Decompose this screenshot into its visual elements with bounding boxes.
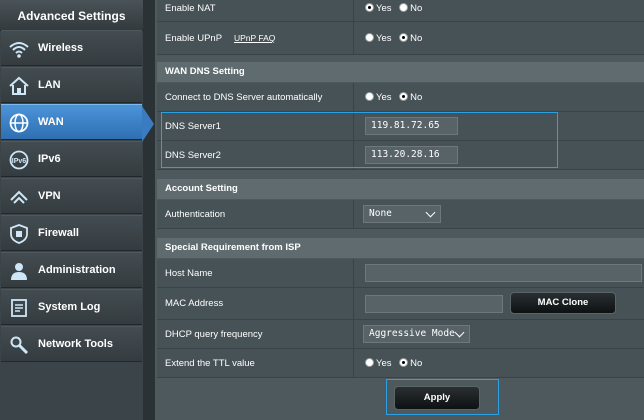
mac-address-row: MAC Address MAC Clone bbox=[157, 288, 644, 320]
enable-upnp-yes-label: Yes bbox=[376, 33, 392, 44]
wan-dns-section-header: WAN DNS Setting bbox=[157, 62, 644, 82]
dns-auto-row: Connect to DNS Server automatically Yes … bbox=[157, 83, 644, 112]
extend-ttl-radio-group: Yes No bbox=[365, 358, 427, 369]
dhcp-frequency-value: Aggressive Mode bbox=[369, 328, 455, 339]
enable-nat-yes-radio[interactable] bbox=[365, 3, 374, 12]
log-icon bbox=[11, 299, 27, 317]
host-name-input[interactable] bbox=[365, 264, 642, 282]
mac-address-input[interactable] bbox=[365, 295, 503, 313]
vpn-icon bbox=[10, 190, 28, 204]
extend-ttl-no-label: No bbox=[410, 358, 423, 369]
mac-clone-button[interactable]: MAC Clone bbox=[510, 292, 616, 314]
enable-nat-row: Enable NAT Yes No bbox=[157, 0, 644, 22]
dhcp-frequency-row: DHCP query frequency Aggressive Mode bbox=[157, 320, 644, 349]
authentication-select[interactable]: None bbox=[363, 205, 441, 223]
sidebar-item-label: Network Tools bbox=[38, 338, 113, 350]
user-icon bbox=[11, 263, 27, 280]
chevron-down-icon bbox=[425, 207, 436, 218]
extend-ttl-no-radio[interactable] bbox=[399, 358, 409, 367]
upnp-faq-link[interactable]: UPnP FAQ bbox=[234, 33, 275, 43]
sidebar-item-label: WAN bbox=[38, 116, 64, 128]
host-name-row: Host Name bbox=[157, 259, 644, 288]
sidebar-item-administration[interactable]: Administration bbox=[1, 252, 142, 288]
row-divider bbox=[353, 288, 354, 319]
row-divider bbox=[353, 259, 354, 287]
account-section-header: Account Setting bbox=[157, 179, 644, 199]
enable-upnp-yes-radio[interactable] bbox=[365, 33, 374, 42]
extend-ttl-row: Extend the TTL value Yes No bbox=[157, 349, 644, 378]
globe-icon bbox=[9, 113, 29, 133]
sidebar-title: Advanced Settings bbox=[0, 0, 143, 31]
host-name-label: Host Name bbox=[165, 268, 213, 279]
enable-upnp-no-radio[interactable] bbox=[399, 33, 409, 42]
enable-nat-no-radio[interactable] bbox=[399, 3, 409, 12]
sidebar-item-lan[interactable]: LAN bbox=[1, 67, 142, 103]
row-divider bbox=[353, 22, 354, 54]
dns-auto-yes-radio[interactable] bbox=[365, 92, 374, 101]
sidebar-item-label: Wireless bbox=[38, 42, 84, 54]
svg-text:IPv6: IPv6 bbox=[12, 158, 27, 165]
dhcp-frequency-select[interactable]: Aggressive Mode bbox=[363, 325, 470, 343]
home-icon bbox=[9, 76, 29, 95]
sidebar-item-network-tools[interactable]: Network Tools bbox=[1, 326, 142, 362]
sidebar-item-label: VPN bbox=[38, 190, 61, 202]
sidebar-item-vpn[interactable]: VPN bbox=[1, 178, 142, 214]
apply-button[interactable]: Apply bbox=[394, 386, 480, 410]
row-divider bbox=[353, 0, 354, 21]
enable-nat-yes-label: Yes bbox=[376, 3, 392, 14]
active-nav-arrow bbox=[142, 106, 154, 142]
mac-address-label: MAC Address bbox=[165, 298, 224, 309]
ipv6-icon: IPv6 bbox=[9, 150, 29, 170]
authentication-label: Authentication bbox=[165, 209, 226, 220]
sidebar-item-firewall[interactable]: Firewall bbox=[1, 215, 142, 251]
sidebar-item-system-log[interactable]: System Log bbox=[1, 289, 142, 325]
row-divider bbox=[353, 83, 354, 111]
dns-auto-no-label: No bbox=[410, 92, 423, 103]
extend-ttl-label: Extend the TTL value bbox=[165, 358, 255, 369]
sidebar-item-label: IPv6 bbox=[38, 153, 61, 165]
enable-upnp-no-label: No bbox=[410, 33, 423, 44]
isp-section-header: Special Requirement from ISP bbox=[157, 238, 644, 258]
enable-nat-label: Enable NAT bbox=[165, 3, 216, 14]
dhcp-frequency-label: DHCP query frequency bbox=[165, 329, 263, 340]
enable-nat-radio-group: Yes No bbox=[365, 3, 427, 14]
row-divider bbox=[353, 200, 354, 228]
dns-auto-label: Connect to DNS Server automatically bbox=[165, 92, 323, 103]
sidebar-item-label: Firewall bbox=[38, 227, 79, 239]
authentication-value: None bbox=[369, 208, 392, 219]
extend-ttl-yes-radio[interactable] bbox=[365, 358, 374, 367]
enable-upnp-label: Enable UPnP bbox=[165, 33, 223, 44]
tools-icon bbox=[10, 336, 29, 355]
enable-upnp-row: Enable UPnP UPnP FAQ Yes No bbox=[157, 22, 644, 55]
dns-auto-radio-group: Yes No bbox=[365, 92, 427, 103]
sidebar: Advanced Settings Wireless LAN WAN IPv6 bbox=[0, 0, 154, 420]
row-divider bbox=[353, 349, 354, 377]
sidebar-item-label: LAN bbox=[38, 79, 61, 91]
extend-ttl-yes-label: Yes bbox=[376, 358, 392, 369]
enable-nat-no-label: No bbox=[410, 3, 423, 14]
dns-auto-no-radio[interactable] bbox=[399, 92, 409, 101]
enable-upnp-radio-group: Yes No bbox=[365, 33, 427, 44]
wifi-icon bbox=[9, 42, 29, 58]
sidebar-item-label: System Log bbox=[38, 301, 101, 313]
main-panel: Enable NAT Yes No Enable UPnP UPnP FAQ Y… bbox=[155, 0, 644, 420]
authentication-row: Authentication None bbox=[157, 200, 644, 229]
dns-auto-yes-label: Yes bbox=[376, 92, 392, 103]
dns-highlight-box bbox=[161, 112, 558, 168]
sidebar-item-label: Administration bbox=[38, 264, 116, 276]
row-divider bbox=[353, 320, 354, 348]
shield-icon bbox=[10, 224, 28, 244]
sidebar-item-ipv6[interactable]: IPv6 IPv6 bbox=[1, 141, 142, 177]
chevron-down-icon bbox=[454, 327, 465, 338]
sidebar-item-wan[interactable]: WAN bbox=[1, 104, 142, 140]
sidebar-item-wireless[interactable]: Wireless bbox=[1, 30, 142, 66]
